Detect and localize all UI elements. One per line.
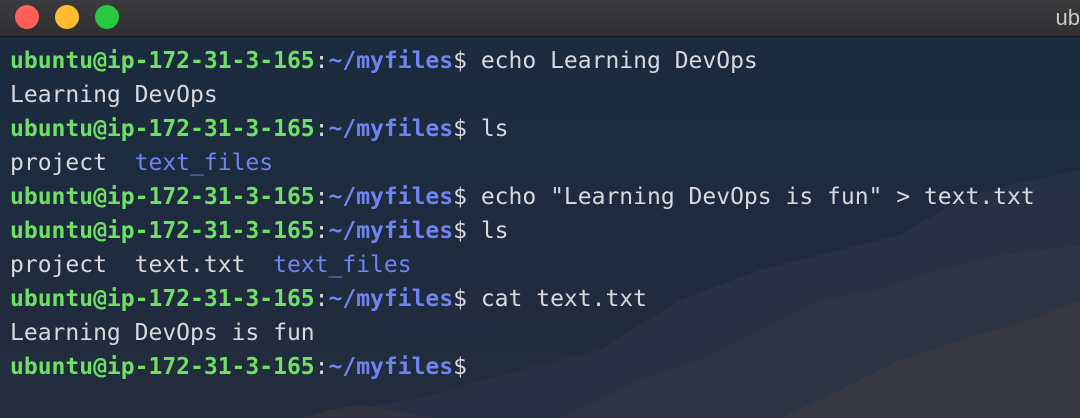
output-text: Learning DevOps is fun <box>10 320 315 346</box>
prompt-colon: : <box>314 218 329 244</box>
prompt-line: ubuntu@ip-172-31-3-165:~/myfiles$ echo L… <box>10 44 1070 78</box>
prompt-user-host: ubuntu@ip-172-31-3-165 <box>10 218 315 244</box>
terminal-window: ub ubuntu@ip-172-31-3-165:~/myfiles$ ech… <box>0 0 1080 418</box>
prompt-user-host: ubuntu@ip-172-31-3-165 <box>10 354 315 380</box>
file-entry: project <box>10 252 107 278</box>
prompt-path: ~/myfiles <box>328 354 454 380</box>
zoom-window-button[interactable] <box>95 5 119 29</box>
command-text: ls <box>466 218 509 244</box>
listing-line: project text_files <box>10 146 1070 180</box>
command-text: cat text.txt <box>466 286 647 312</box>
prompt-dollar: $ <box>453 116 467 142</box>
prompt-dollar: $ <box>453 286 467 312</box>
window-title: ub <box>1055 5 1080 30</box>
prompt-user-host: ubuntu@ip-172-31-3-165 <box>10 116 315 142</box>
prompt-line: ubuntu@ip-172-31-3-165:~/myfiles$ <box>10 350 1070 384</box>
prompt-path: ~/myfiles <box>328 286 454 312</box>
prompt-dollar: $ <box>453 48 467 74</box>
file-entry: text.txt <box>134 252 246 278</box>
close-window-button[interactable] <box>15 5 39 29</box>
prompt-path: ~/myfiles <box>328 48 454 74</box>
prompt-line: ubuntu@ip-172-31-3-165:~/myfiles$ ls <box>10 112 1070 146</box>
terminal-output[interactable]: ubuntu@ip-172-31-3-165:~/myfiles$ echo L… <box>10 44 1070 418</box>
prompt-dollar: $ <box>453 354 467 380</box>
prompt-path: ~/myfiles <box>328 116 454 142</box>
command-text: echo Learning DevOps <box>466 48 758 74</box>
file-entry: project <box>10 150 107 176</box>
output-line: Learning DevOps is fun <box>10 316 1070 350</box>
prompt-colon: : <box>314 286 329 312</box>
listing-line: project text.txt text_files <box>10 248 1070 282</box>
prompt-line: ubuntu@ip-172-31-3-165:~/myfiles$ ls <box>10 214 1070 248</box>
output-line: Learning DevOps <box>10 78 1070 112</box>
prompt-line: ubuntu@ip-172-31-3-165:~/myfiles$ cat te… <box>10 282 1070 316</box>
output-text: Learning DevOps <box>10 82 218 108</box>
command-text: echo "Learning DevOps is fun" > text.txt <box>466 184 1035 210</box>
prompt-colon: : <box>314 354 329 380</box>
prompt-path: ~/myfiles <box>328 184 454 210</box>
minimize-window-button[interactable] <box>55 5 79 29</box>
prompt-path: ~/myfiles <box>328 218 454 244</box>
prompt-colon: : <box>314 48 329 74</box>
prompt-line: ubuntu@ip-172-31-3-165:~/myfiles$ echo "… <box>10 180 1070 214</box>
prompt-dollar: $ <box>453 184 467 210</box>
prompt-colon: : <box>314 116 329 142</box>
prompt-user-host: ubuntu@ip-172-31-3-165 <box>10 48 315 74</box>
prompt-user-host: ubuntu@ip-172-31-3-165 <box>10 184 315 210</box>
prompt-dollar: $ <box>453 218 467 244</box>
prompt-user-host: ubuntu@ip-172-31-3-165 <box>10 286 315 312</box>
title-bar: ub <box>0 0 1080 37</box>
directory-entry: text_files <box>134 150 274 176</box>
prompt-colon: : <box>314 184 329 210</box>
command-text: ls <box>466 116 509 142</box>
directory-entry: text_files <box>273 252 412 278</box>
